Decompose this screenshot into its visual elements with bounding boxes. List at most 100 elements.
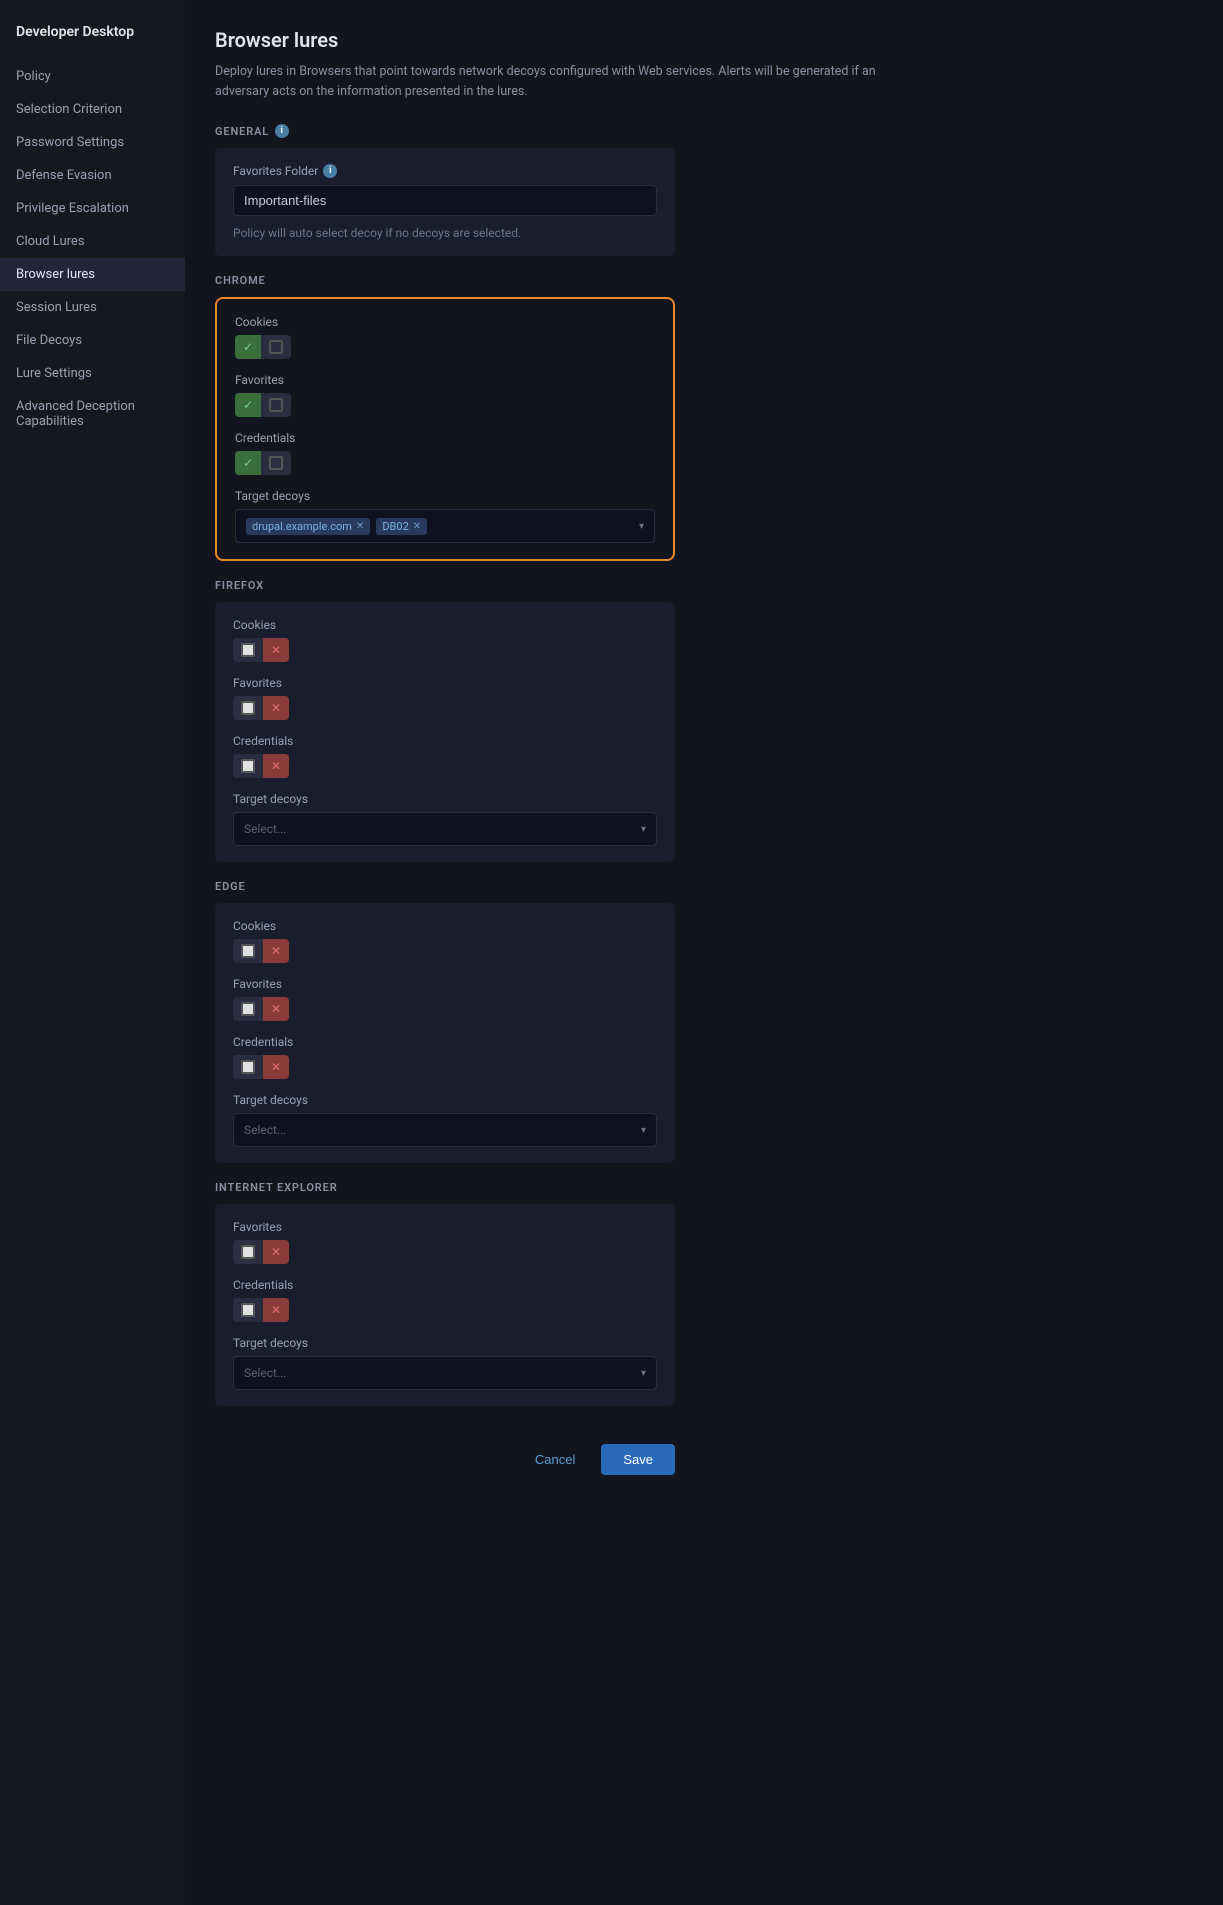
edge-cookies-row: Cookies	[233, 919, 657, 963]
chrome-favorites-toggle-switch[interactable]	[235, 393, 291, 417]
firefox-favorites-toggle[interactable]	[233, 696, 657, 720]
chrome-credentials-off-btn[interactable]	[261, 451, 291, 475]
ie-credentials-row: Credentials	[233, 1278, 657, 1322]
edge-decoys-select[interactable]: Select...	[233, 1113, 657, 1147]
edge-credentials-label: Credentials	[233, 1035, 657, 1049]
edge-credentials-x-icon[interactable]	[263, 1055, 289, 1079]
chrome-select-chevron-icon	[639, 521, 644, 532]
ie-credentials-x-icon[interactable]	[263, 1298, 289, 1322]
chrome-cookies-toggle[interactable]	[235, 335, 655, 359]
edge-credentials-toggle-switch[interactable]	[233, 1055, 289, 1079]
sidebar-item-lure-settings[interactable]: Lure Settings	[0, 357, 185, 390]
edge-select-placeholder: Select...	[244, 1123, 286, 1137]
ie-decoys-select[interactable]: Select...	[233, 1356, 657, 1390]
firefox-credentials-label: Credentials	[233, 734, 657, 748]
chrome-target-decoys-label: Target decoys	[235, 489, 655, 503]
edge-select-chevron-icon	[641, 1125, 646, 1136]
edge-favorites-toggle[interactable]	[233, 997, 657, 1021]
ie-section-label: INTERNET EXPLORER	[215, 1181, 1193, 1194]
ie-favorites-toggle-switch[interactable]	[233, 1240, 289, 1264]
chrome-credentials-label: Credentials	[235, 431, 655, 445]
chrome-decoy-tag-drupal[interactable]: drupal.example.com ✕	[246, 518, 370, 535]
ie-favorites-label: Favorites	[233, 1220, 657, 1234]
general-info-icon[interactable]: i	[275, 124, 289, 138]
chrome-target-decoys-row: Target decoys drupal.example.com ✕ DB02 …	[235, 489, 655, 543]
chrome-decoy-tag-db02[interactable]: DB02 ✕	[376, 518, 427, 535]
ie-favorites-toggle[interactable]	[233, 1240, 657, 1264]
general-card: Favorites Folder i Policy will auto sele…	[215, 148, 675, 256]
chrome-favorites-toggle[interactable]	[235, 393, 655, 417]
cancel-button[interactable]: Cancel	[519, 1444, 591, 1475]
edge-cookies-toggle-switch[interactable]	[233, 939, 289, 963]
firefox-select-placeholder: Select...	[244, 822, 286, 836]
chrome-favorites-off-btn[interactable]	[261, 393, 291, 417]
ie-favorites-left-btn[interactable]	[233, 1240, 263, 1264]
sidebar-item-session-lures[interactable]: Session Lures	[0, 291, 185, 324]
firefox-credentials-left-btn[interactable]	[233, 754, 263, 778]
edge-credentials-toggle[interactable]	[233, 1055, 657, 1079]
edge-cookies-left-btn[interactable]	[233, 939, 263, 963]
sidebar-item-browser-lures[interactable]: Browser lures	[0, 258, 185, 291]
firefox-cookies-toggle-switch[interactable]	[233, 638, 289, 662]
sidebar-item-policy[interactable]: Policy	[0, 60, 185, 93]
firefox-cookies-left-btn[interactable]	[233, 638, 263, 662]
favorites-folder-info-icon[interactable]: i	[323, 164, 337, 178]
edge-credentials-left-btn[interactable]	[233, 1055, 263, 1079]
chrome-cookies-check-icon[interactable]	[235, 335, 261, 359]
edge-section: Cookies Favorites Credentials	[215, 903, 675, 1163]
auto-select-note: Policy will auto select decoy if no deco…	[233, 226, 657, 240]
sidebar-item-advanced-deception[interactable]: Advanced Deception Capabilities	[0, 390, 185, 438]
edge-favorites-x-icon[interactable]	[263, 997, 289, 1021]
chrome-decoy-drupal-label: drupal.example.com	[252, 520, 352, 533]
sidebar-item-password-settings[interactable]: Password Settings	[0, 126, 185, 159]
chrome-decoy-db02-label: DB02	[382, 520, 408, 533]
chrome-credentials-check-icon[interactable]	[235, 451, 261, 475]
save-button[interactable]: Save	[601, 1444, 675, 1475]
sidebar: Developer Desktop Policy Selection Crite…	[0, 0, 185, 1905]
chrome-decoys-select[interactable]: drupal.example.com ✕ DB02 ✕	[235, 509, 655, 543]
chrome-cookies-toggle-switch[interactable]	[235, 335, 291, 359]
firefox-section: Cookies Favorites Credentials	[215, 602, 675, 862]
chrome-section: Cookies Favorites Credentials	[215, 297, 675, 561]
ie-select-placeholder: Select...	[244, 1366, 286, 1380]
favorites-folder-label: Favorites Folder i	[233, 164, 657, 178]
edge-cookies-toggle[interactable]	[233, 939, 657, 963]
sidebar-item-privilege-escalation[interactable]: Privilege Escalation	[0, 192, 185, 225]
sidebar-item-file-decoys[interactable]: File Decoys	[0, 324, 185, 357]
sidebar-item-defense-evasion[interactable]: Defense Evasion	[0, 159, 185, 192]
ie-credentials-toggle[interactable]	[233, 1298, 657, 1322]
sidebar-item-selection-criterion[interactable]: Selection Criterion	[0, 93, 185, 126]
chrome-decoy-db02-remove[interactable]: ✕	[413, 521, 421, 532]
firefox-credentials-row: Credentials	[233, 734, 657, 778]
sidebar-item-cloud-lures[interactable]: Cloud Lures	[0, 225, 185, 258]
edge-favorites-toggle-switch[interactable]	[233, 997, 289, 1021]
ie-target-decoys-row: Target decoys Select...	[233, 1336, 657, 1390]
edge-target-decoys-label: Target decoys	[233, 1093, 657, 1107]
firefox-favorites-toggle-switch[interactable]	[233, 696, 289, 720]
ie-select-chevron-icon	[641, 1368, 646, 1379]
firefox-decoys-select[interactable]: Select...	[233, 812, 657, 846]
firefox-favorites-left-btn[interactable]	[233, 696, 263, 720]
edge-target-decoys-row: Target decoys Select...	[233, 1093, 657, 1147]
chrome-credentials-toggle-switch[interactable]	[235, 451, 291, 475]
chrome-credentials-toggle[interactable]	[235, 451, 655, 475]
chrome-cookies-off-btn[interactable]	[261, 335, 291, 359]
firefox-cookies-x-icon[interactable]	[263, 638, 289, 662]
chrome-favorites-label: Favorites	[235, 373, 655, 387]
chrome-section-label: CHROME	[215, 274, 1193, 287]
chrome-decoy-drupal-remove[interactable]: ✕	[356, 521, 364, 532]
firefox-credentials-toggle-switch[interactable]	[233, 754, 289, 778]
edge-favorites-row: Favorites	[233, 977, 657, 1021]
edge-cookies-x-icon[interactable]	[263, 939, 289, 963]
ie-credentials-toggle-switch[interactable]	[233, 1298, 289, 1322]
firefox-cookies-toggle[interactable]	[233, 638, 657, 662]
ie-credentials-left-btn[interactable]	[233, 1298, 263, 1322]
firefox-credentials-x-icon[interactable]	[263, 754, 289, 778]
favorites-folder-input[interactable]	[233, 185, 657, 216]
firefox-credentials-toggle[interactable]	[233, 754, 657, 778]
chrome-favorites-check-icon[interactable]	[235, 393, 261, 417]
ie-favorites-x-icon[interactable]	[263, 1240, 289, 1264]
firefox-favorites-x-icon[interactable]	[263, 696, 289, 720]
chrome-credentials-row: Credentials	[235, 431, 655, 475]
edge-favorites-left-btn[interactable]	[233, 997, 263, 1021]
